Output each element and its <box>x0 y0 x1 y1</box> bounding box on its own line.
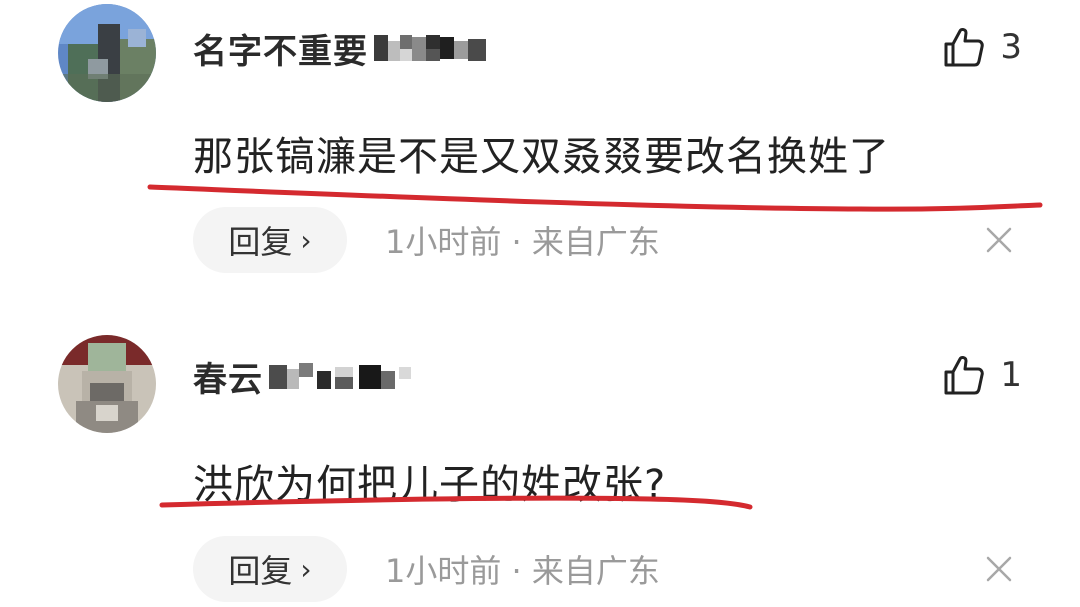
comment-item: 春云 1 洪欣为何把儿子的姓改张? 回复 › 1小时前 · 来自广东 <box>0 312 1080 607</box>
redacted-name-mosaic <box>374 35 486 61</box>
reply-button[interactable]: 回复 › <box>193 536 347 602</box>
thumbs-up-icon <box>944 355 985 395</box>
username-row: 名字不重要 <box>193 28 494 72</box>
comment-meta: 1小时前 · 来自广东 <box>385 552 660 590</box>
like-button[interactable]: 1 <box>942 352 1022 398</box>
redacted-name-mosaic <box>269 363 411 389</box>
reply-label: 回复 <box>228 552 293 590</box>
chevron-right-icon: › <box>300 223 312 257</box>
avatar-image <box>58 335 156 433</box>
avatar[interactable] <box>58 4 156 102</box>
username[interactable]: 名字不重要 <box>193 24 368 73</box>
username-row: 春云 <box>193 356 449 400</box>
avatar-image <box>58 4 156 102</box>
comment-text: 那张镐濂是不是又双叒叕要改名换姓了 <box>193 134 890 180</box>
comment-meta: 1小时前 · 来自广东 <box>385 223 660 261</box>
close-icon[interactable] <box>984 554 1014 584</box>
like-button[interactable]: 3 <box>942 24 1022 70</box>
thumbs-up-icon <box>944 27 985 67</box>
close-icon[interactable] <box>984 225 1014 255</box>
like-count: 3 <box>1000 27 1022 67</box>
chevron-right-icon: › <box>300 552 312 586</box>
username[interactable]: 春云 <box>193 352 263 401</box>
comment-item: 名字不重要 3 那张镐濂是不是又双叒叕要改名换姓了 回复 › 1小时前 · 来自… <box>0 0 1080 300</box>
avatar[interactable] <box>58 335 156 433</box>
like-count: 1 <box>1000 355 1022 395</box>
reply-label: 回复 <box>228 223 293 261</box>
reply-button[interactable]: 回复 › <box>193 207 347 273</box>
comment-text: 洪欣为何把儿子的姓改张? <box>193 462 667 508</box>
